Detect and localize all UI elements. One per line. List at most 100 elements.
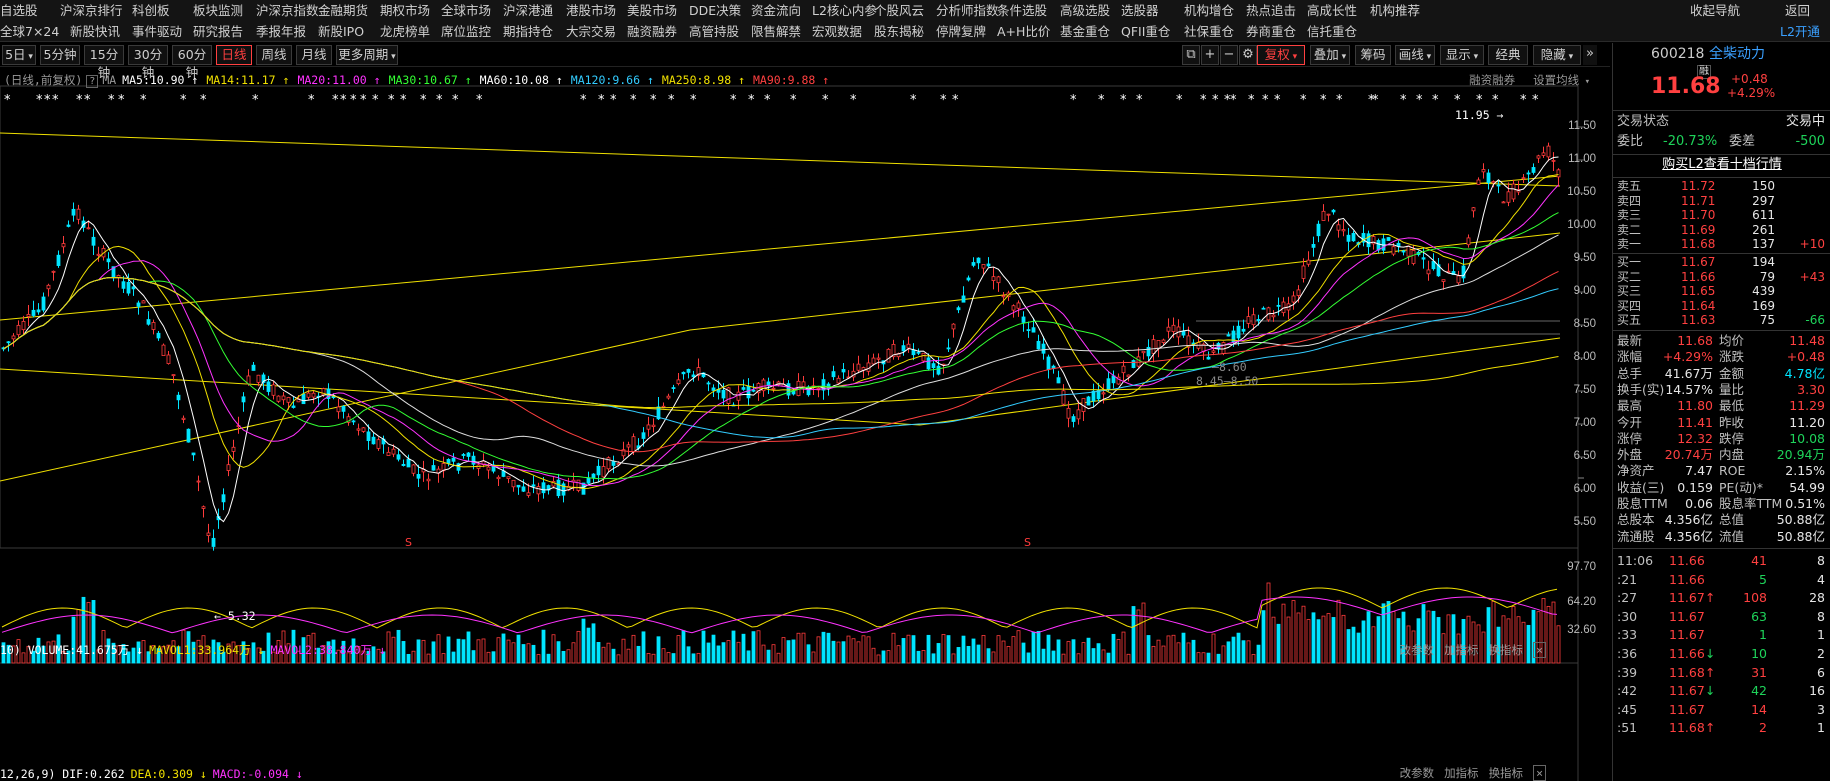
menu2-item-21[interactable]: 券商重仓: [1246, 21, 1296, 42]
menu-item-6[interactable]: 金融期货: [318, 0, 368, 21]
menu2-item-8[interactable]: 席位监控: [441, 21, 491, 42]
toolbar-right-button-1[interactable]: 复权 ▾: [1257, 45, 1305, 65]
menu-item-20[interactable]: 机构增仓: [1184, 0, 1234, 21]
menu-item-11[interactable]: 美股市场: [627, 0, 677, 21]
menu-item-1[interactable]: 自选股: [0, 0, 38, 21]
bid-price[interactable]: 11.63: [1681, 313, 1715, 327]
menu2-item-15[interactable]: 股东揭秘: [874, 21, 924, 42]
menu-item-19[interactable]: 选股器: [1121, 0, 1159, 21]
menu-item-4[interactable]: 板块监测: [193, 0, 243, 21]
menu-right-2[interactable]: 返回: [1785, 0, 1810, 21]
menu-item-21[interactable]: 热点追击: [1246, 0, 1296, 21]
menu2-item-20[interactable]: 社保重仓: [1184, 21, 1234, 42]
period-button-2[interactable]: 5分钟: [40, 45, 80, 65]
settings-icon[interactable]: ⚙: [1239, 45, 1257, 65]
menu2-item-12[interactable]: 高管持股: [689, 21, 739, 42]
ask-price[interactable]: 11.70: [1681, 208, 1715, 222]
menu-item-18[interactable]: 高级选股: [1060, 0, 1110, 21]
menu-item-2[interactable]: 沪深京排行: [60, 0, 123, 21]
menu2-item-17[interactable]: A+H比价: [997, 21, 1050, 42]
toolbar-right-button-4[interactable]: 画线 ▾: [1395, 45, 1435, 65]
menu-item-10[interactable]: 港股市场: [566, 0, 616, 21]
toolbar-right-button-5[interactable]: 显示 ▾: [1440, 45, 1484, 65]
menu2-item-4[interactable]: 研究报告: [193, 21, 243, 42]
close-icon[interactable]: ×: [1533, 765, 1546, 781]
copy-icon[interactable]: ⧉: [1182, 45, 1200, 65]
toolbar-right-button-6[interactable]: 经典: [1488, 45, 1528, 65]
menu-item-13[interactable]: 资金流向: [751, 0, 801, 21]
period-button-8[interactable]: 月线: [296, 45, 332, 65]
ask-price[interactable]: 11.71: [1681, 194, 1715, 208]
indicator-link-1[interactable]: 改参数: [1400, 766, 1435, 780]
indicator-link-3[interactable]: 换指标: [1489, 766, 1524, 780]
menu2-item-18[interactable]: 基金重仓: [1060, 21, 1110, 42]
menu-item-15[interactable]: 个股风云: [874, 0, 924, 21]
ask-price[interactable]: 11.72: [1681, 179, 1715, 193]
volume-bar: [726, 640, 731, 664]
stat-value: 4.356亿: [1664, 512, 1713, 528]
event-star-marker: *: [400, 93, 407, 108]
period-button-5[interactable]: 60分钟: [172, 45, 212, 80]
menu2-item-2[interactable]: 新股快讯: [70, 21, 120, 42]
ask-price[interactable]: 11.69: [1681, 223, 1715, 237]
menu-item-5[interactable]: 沪深京指数: [256, 0, 319, 21]
menu2-item-16[interactable]: 停牌复牌: [936, 21, 986, 42]
period-button-3[interactable]: 15分钟: [84, 45, 124, 80]
menu2-item-14[interactable]: 宏观数据: [812, 21, 862, 42]
menu2-item-22[interactable]: 信托重仓: [1307, 21, 1357, 42]
bid-price[interactable]: 11.65: [1681, 284, 1715, 298]
menu-item-22[interactable]: 高成长性: [1307, 0, 1357, 21]
menu-item-17[interactable]: 条件选股: [997, 0, 1047, 21]
menu-item-7[interactable]: 期权市场: [380, 0, 430, 21]
menu-item-9[interactable]: 沪深港通: [503, 0, 553, 21]
candle-body: [1511, 183, 1516, 200]
ma-right-link-1[interactable]: 融资融券: [1469, 73, 1515, 87]
period-button-1[interactable]: 5日 ▾: [2, 45, 36, 65]
menu2-item-5[interactable]: 季报年报: [256, 21, 306, 42]
period-button-7[interactable]: 周线: [256, 45, 292, 65]
menu-item-8[interactable]: 全球市场: [441, 0, 491, 21]
menu2-item-7[interactable]: 龙虎榜单: [380, 21, 430, 42]
close-icon[interactable]: ×: [1533, 642, 1546, 658]
toolbar-right-button-3[interactable]: 筹码: [1355, 45, 1391, 65]
event-star-marker: *: [822, 93, 829, 108]
menu2-item-10[interactable]: 大宗交易: [566, 21, 616, 42]
menu-item-14[interactable]: L2核心内参: [812, 0, 877, 21]
menu2-item-19[interactable]: QFII重仓: [1121, 21, 1170, 42]
period-button-4[interactable]: 30分钟: [128, 45, 168, 80]
indicator-link-1[interactable]: 改参数: [1400, 643, 1435, 657]
bid-price[interactable]: 11.64: [1681, 299, 1715, 313]
zoom-out-icon[interactable]: −: [1220, 45, 1238, 65]
zoom-in-icon[interactable]: +: [1201, 45, 1219, 65]
period-button-9[interactable]: 更多周期 ▾: [336, 45, 398, 65]
toolbar-right-button-2[interactable]: 叠加 ▾: [1310, 45, 1350, 65]
menu2-item-11[interactable]: 融资融券: [627, 21, 677, 42]
menu2-item-9[interactable]: 期指持仓: [503, 21, 553, 42]
buy-l2-link[interactable]: 购买L2查看十档行情: [1613, 156, 1830, 174]
bid-price[interactable]: 11.67: [1681, 255, 1715, 269]
menu2-item-3[interactable]: 事件驱动: [132, 21, 182, 42]
kline-chart-area[interactable]: * * * * * * * * * * * * * * * * * * * * * * * * * * * * * * * * * * * * * * * *…: [0, 68, 1610, 781]
ma-right-link-2[interactable]: 设置均线 ▾: [1533, 73, 1590, 87]
indicator-link-2[interactable]: 加指标: [1444, 643, 1479, 657]
menu-item-3[interactable]: 科创板: [132, 0, 170, 21]
toolbar-right-button-7[interactable]: 隐藏 ▾: [1533, 45, 1581, 65]
indicator-link-3[interactable]: 换指标: [1489, 643, 1524, 657]
menu-item-12[interactable]: DDE决策: [689, 0, 741, 21]
menu2-item-13[interactable]: 限售解禁: [751, 21, 801, 42]
menu2-item-1[interactable]: 全球7×24: [0, 21, 59, 42]
indicator-link-2[interactable]: 加指标: [1444, 766, 1479, 780]
period-button-6[interactable]: 日线: [216, 45, 252, 65]
help-icon[interactable]: ?: [86, 75, 99, 88]
menu-item-16[interactable]: 分析师指数: [936, 0, 999, 21]
bid-price[interactable]: 11.66: [1681, 270, 1715, 284]
ask-price[interactable]: 11.68: [1681, 237, 1715, 251]
menu-right-1[interactable]: 收起导航: [1690, 0, 1740, 21]
menu2-item-6[interactable]: 新股IPO: [318, 21, 364, 42]
event-star-marker: *: [1274, 93, 1281, 108]
stock-name[interactable]: 全柴动力: [1709, 45, 1765, 63]
menu-item-23[interactable]: 机构推荐: [1370, 0, 1420, 21]
double-right-arrow-icon[interactable]: »: [1583, 45, 1597, 65]
candle-body: [531, 484, 536, 487]
l2-open-link[interactable]: L2开通: [1780, 21, 1820, 42]
